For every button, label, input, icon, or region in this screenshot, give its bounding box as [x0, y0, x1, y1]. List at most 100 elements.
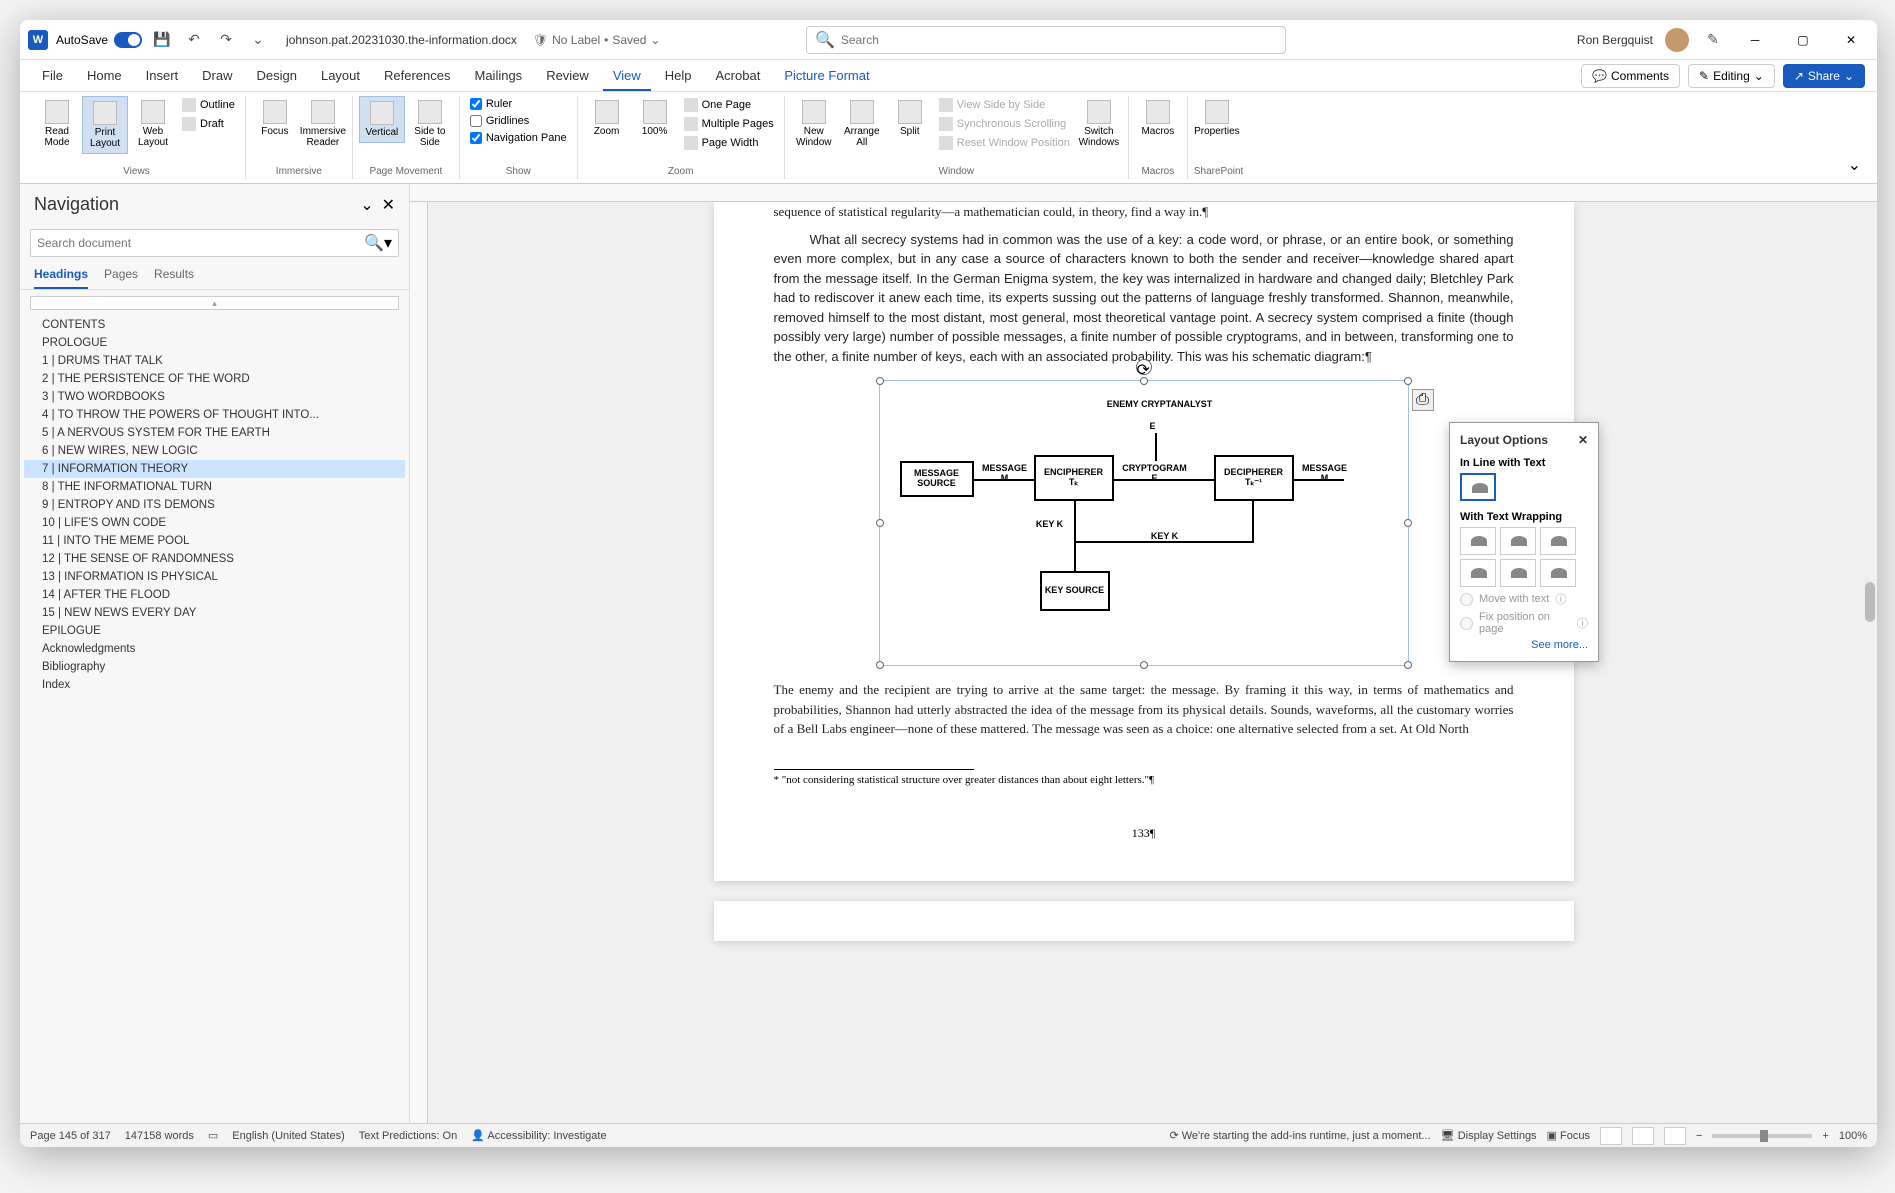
- nav-heading-item[interactable]: 12 | THE SENSE OF RANDOMNESS: [24, 550, 405, 568]
- print-layout-button[interactable]: Print Layout: [82, 96, 128, 154]
- resize-handle[interactable]: [876, 377, 884, 385]
- editing-mode-button[interactable]: ✎ Editing ⌄: [1688, 64, 1775, 88]
- nav-collapse-button[interactable]: ▴: [30, 296, 399, 310]
- tab-file[interactable]: File: [32, 62, 73, 89]
- nav-search-icon[interactable]: 🔍▾: [364, 233, 392, 253]
- nav-pane-checkbox[interactable]: Navigation Pane: [466, 130, 571, 146]
- nav-heading-item[interactable]: 10 | LIFE'S OWN CODE: [24, 514, 405, 532]
- horizontal-ruler[interactable]: [410, 184, 1877, 202]
- resize-handle[interactable]: [876, 661, 884, 669]
- scrollbar-thumb[interactable]: [1865, 582, 1875, 622]
- nav-heading-item[interactable]: 7 | INFORMATION THEORY: [24, 460, 405, 478]
- page-width-button[interactable]: Page Width: [680, 134, 778, 152]
- language-indicator[interactable]: English (United States): [232, 1130, 345, 1142]
- document-title[interactable]: johnson.pat.20231030.the-information.doc…: [286, 33, 517, 47]
- qat-dropdown[interactable]: ⌄: [246, 28, 270, 52]
- zoom-out[interactable]: −: [1696, 1130, 1702, 1142]
- web-view-button[interactable]: [1664, 1127, 1686, 1145]
- search-box[interactable]: 🔍: [806, 26, 1286, 54]
- wrap-front[interactable]: [1540, 559, 1576, 587]
- split-button[interactable]: Split: [887, 96, 933, 141]
- wrap-inline[interactable]: [1460, 473, 1496, 501]
- nav-heading-item[interactable]: PROLOGUE: [24, 334, 405, 352]
- zoom-level[interactable]: 100%: [1839, 1130, 1867, 1142]
- close-button[interactable]: ✕: [1833, 26, 1869, 54]
- tab-picture-format[interactable]: Picture Format: [774, 62, 879, 89]
- nav-close-button[interactable]: ✕: [382, 195, 395, 215]
- outline-button[interactable]: Outline: [178, 96, 239, 114]
- selected-image[interactable]: ⟳ ⎙ ENEMY CRYPTANALYST E: [879, 380, 1409, 666]
- tab-references[interactable]: References: [374, 62, 460, 89]
- tab-home[interactable]: Home: [77, 62, 132, 89]
- nav-heading-item[interactable]: 3 | TWO WORDBOOKS: [24, 388, 405, 406]
- resize-handle[interactable]: [1140, 377, 1148, 385]
- tab-draw[interactable]: Draw: [192, 62, 242, 89]
- undo-button[interactable]: ↶: [182, 28, 206, 52]
- nav-heading-item[interactable]: Index: [24, 676, 405, 694]
- nav-search-input[interactable]: [37, 236, 364, 250]
- nav-dropdown[interactable]: ⌄: [360, 195, 373, 215]
- nav-tab-pages[interactable]: Pages: [104, 267, 138, 289]
- layout-options-badge[interactable]: ⎙: [1412, 389, 1434, 411]
- wrap-top-bottom[interactable]: [1460, 559, 1496, 587]
- side-to-side-button[interactable]: Side to Side: [407, 96, 453, 152]
- wrap-square[interactable]: [1460, 527, 1496, 555]
- comments-button[interactable]: 💬 Comments: [1581, 64, 1680, 88]
- nav-heading-item[interactable]: 13 | INFORMATION IS PHYSICAL: [24, 568, 405, 586]
- document-scroll[interactable]: sequence of statistical regularity—a mat…: [428, 202, 1859, 1123]
- nav-heading-item[interactable]: 14 | AFTER THE FLOOD: [24, 586, 405, 604]
- tab-help[interactable]: Help: [655, 62, 702, 89]
- tab-layout[interactable]: Layout: [311, 62, 370, 89]
- draft-button[interactable]: Draft: [178, 115, 239, 133]
- nav-tab-results[interactable]: Results: [154, 267, 194, 289]
- resize-handle[interactable]: [876, 519, 884, 527]
- nav-heading-item[interactable]: Acknowledgments: [24, 640, 405, 658]
- switch-windows-button[interactable]: Switch Windows: [1076, 96, 1122, 152]
- nav-heading-item[interactable]: 5 | A NERVOUS SYSTEM FOR THE EARTH: [24, 424, 405, 442]
- vertical-button[interactable]: Vertical: [359, 96, 405, 143]
- search-input[interactable]: [841, 33, 1277, 47]
- arrange-all-button[interactable]: Arrange All: [839, 96, 885, 152]
- new-window-button[interactable]: New Window: [791, 96, 837, 152]
- gridlines-checkbox[interactable]: Gridlines: [466, 113, 571, 129]
- save-status-dropdown[interactable]: ⌄: [650, 33, 660, 47]
- accessibility-check[interactable]: 👤 Accessibility: Investigate: [471, 1129, 606, 1142]
- tab-view[interactable]: View: [603, 62, 651, 91]
- layout-popup-close[interactable]: ✕: [1578, 433, 1588, 447]
- read-view-button[interactable]: [1600, 1127, 1622, 1145]
- resize-handle[interactable]: [1140, 661, 1148, 669]
- nav-heading-item[interactable]: 8 | THE INFORMATIONAL TURN: [24, 478, 405, 496]
- nav-heading-item[interactable]: 11 | INTO THE MEME POOL: [24, 532, 405, 550]
- zoom-button[interactable]: Zoom: [584, 96, 630, 141]
- see-more-link[interactable]: See more...: [1460, 639, 1588, 651]
- avatar[interactable]: [1665, 28, 1689, 52]
- multiple-pages-button[interactable]: Multiple Pages: [680, 115, 778, 133]
- nav-heading-item[interactable]: Bibliography: [24, 658, 405, 676]
- collapse-ribbon-button[interactable]: ⌄: [1840, 151, 1869, 179]
- nav-search[interactable]: 🔍▾: [30, 229, 399, 257]
- tab-review[interactable]: Review: [536, 62, 599, 89]
- pen-icon[interactable]: ✎: [1701, 28, 1725, 52]
- focus-mode[interactable]: ▣ Focus: [1547, 1129, 1590, 1142]
- macros-button[interactable]: Macros: [1135, 96, 1181, 141]
- text-predictions[interactable]: Text Predictions: On: [359, 1130, 457, 1142]
- properties-button[interactable]: Properties: [1194, 96, 1240, 141]
- ruler-checkbox[interactable]: Ruler: [466, 96, 571, 112]
- vertical-ruler[interactable]: [410, 202, 428, 1123]
- save-button[interactable]: 💾: [150, 28, 174, 52]
- resize-handle[interactable]: [1404, 377, 1412, 385]
- wrap-tight[interactable]: [1500, 527, 1536, 555]
- immersive-reader-button[interactable]: Immersive Reader: [300, 96, 346, 152]
- zoom-in[interactable]: +: [1822, 1130, 1828, 1142]
- vertical-scrollbar[interactable]: [1861, 202, 1877, 1123]
- maximize-button[interactable]: ▢: [1785, 26, 1821, 54]
- nav-heading-item[interactable]: 1 | DRUMS THAT TALK: [24, 352, 405, 370]
- next-page[interactable]: [714, 901, 1574, 941]
- word-count[interactable]: 147158 words: [125, 1130, 194, 1142]
- print-view-button[interactable]: [1632, 1127, 1654, 1145]
- focus-button[interactable]: Focus: [252, 96, 298, 141]
- web-layout-button[interactable]: Web Layout: [130, 96, 176, 152]
- zoom-slider[interactable]: [1712, 1134, 1812, 1138]
- wrap-through[interactable]: [1540, 527, 1576, 555]
- page-indicator[interactable]: Page 145 of 317: [30, 1130, 111, 1142]
